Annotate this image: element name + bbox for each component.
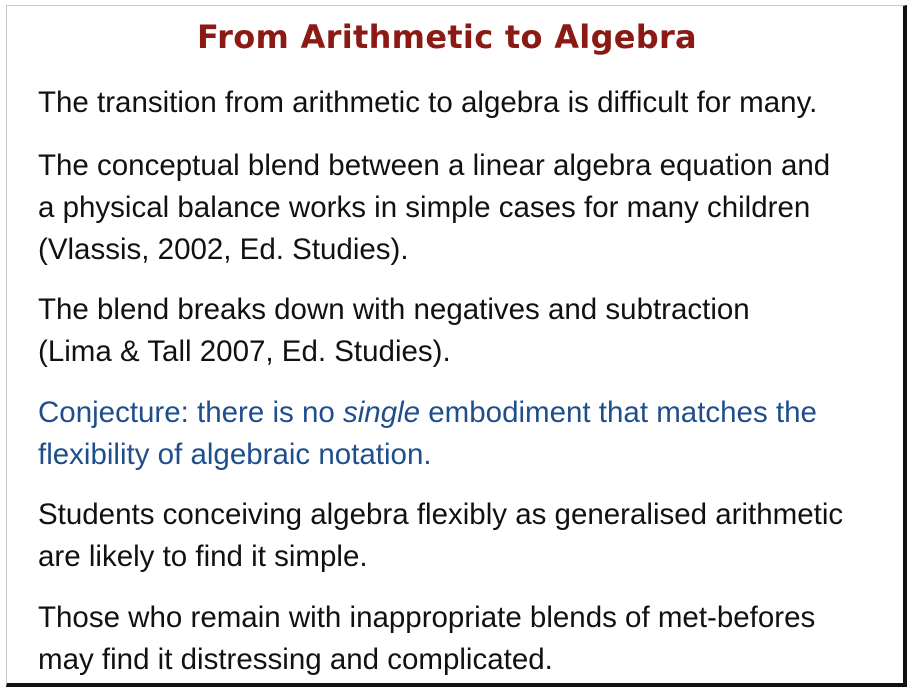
text-line: are likely to find it simple. <box>38 540 368 573</box>
text-line: may find it distressing and complicated. <box>38 643 553 676</box>
slide: From Arithmetic to Algebra The transitio… <box>6 5 907 687</box>
text-line: The blend breaks down with negatives and… <box>38 293 750 326</box>
text-line: flexibility of algebraic notation. <box>38 438 432 471</box>
text-line: Conjecture: there is no single embodimen… <box>38 392 903 434</box>
paragraph-transition: The transition from arithmetic to algebr… <box>38 82 903 124</box>
text-segment: Conjecture: there is no <box>38 396 343 429</box>
text-line: (Vlassis, 2002, Ed. Studies). <box>38 233 409 266</box>
paragraph-students: Students conceiving algebra flexibly as … <box>38 494 903 578</box>
paragraph-conjecture: Conjecture: there is no single embodimen… <box>38 392 903 476</box>
paragraph-met-befores: Those who remain with inappropriate blen… <box>38 597 903 681</box>
paragraph-blend-breaks: The blend breaks down with negatives and… <box>38 289 903 373</box>
paragraph-conceptual-blend: The conceptual blend between a linear al… <box>38 145 903 271</box>
text-line: The conceptual blend between a linear al… <box>38 149 831 182</box>
text-line: a physical balance works in simple cases… <box>38 191 811 224</box>
text-line: (Lima & Tall 2007, Ed. Studies). <box>38 335 451 368</box>
text-line: The transition from arithmetic to algebr… <box>38 86 818 119</box>
text-line: Students conceiving algebra flexibly as … <box>38 498 844 531</box>
text-segment: embodiment that matches the <box>420 396 817 429</box>
slide-title: From Arithmetic to Algebra <box>197 18 697 56</box>
text-line: Those who remain with inappropriate blen… <box>38 601 816 634</box>
emphasis-single: single <box>343 396 421 429</box>
